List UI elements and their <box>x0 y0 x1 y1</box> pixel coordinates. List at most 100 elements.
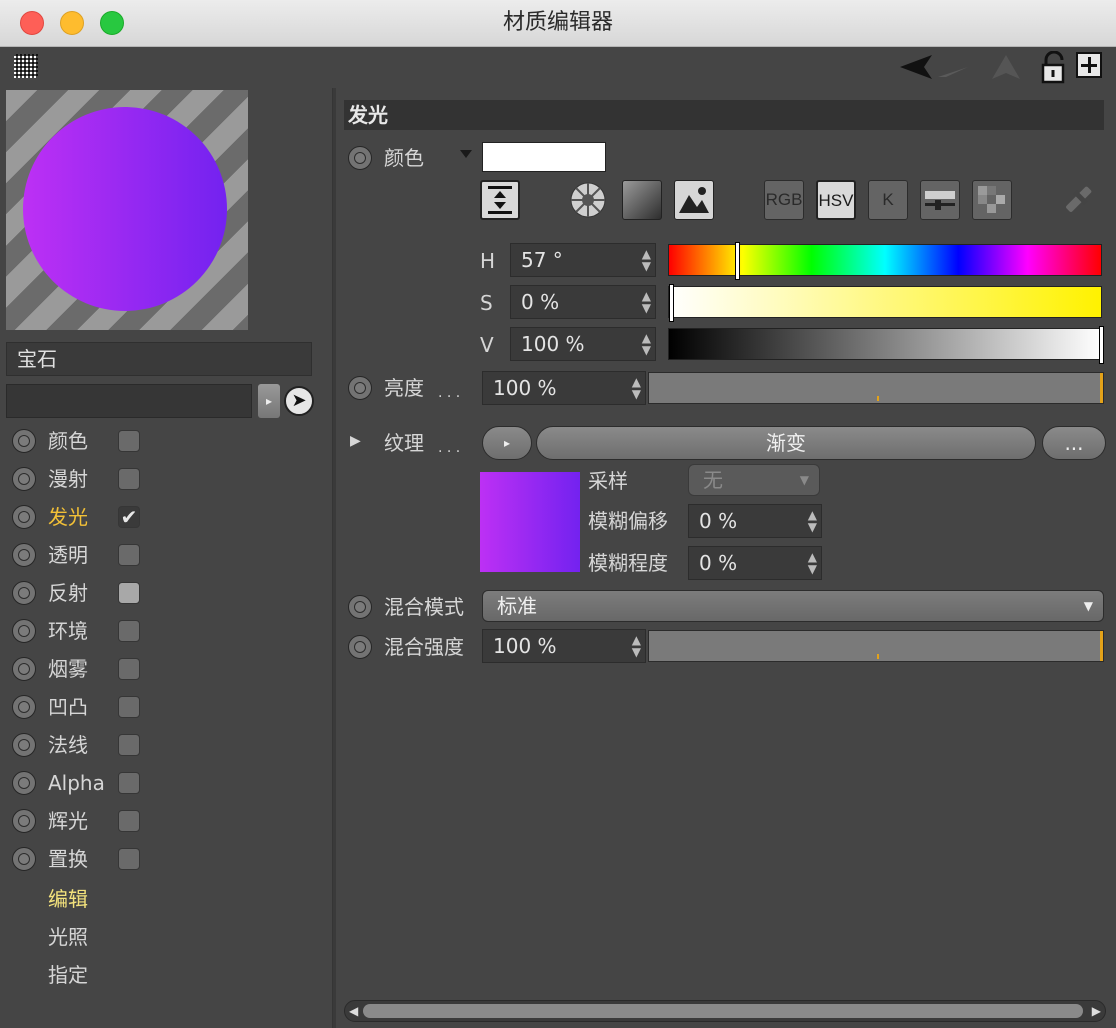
scroll-left-icon[interactable]: ◀ <box>349 1003 358 1019</box>
channel-radio[interactable] <box>12 619 36 643</box>
channel-label[interactable]: 发光 <box>48 500 88 534</box>
navigate-back-icon[interactable] <box>898 51 1028 83</box>
hsv-mode-button[interactable]: HSV <box>816 180 856 220</box>
color-animate-radio[interactable] <box>348 146 372 170</box>
blur-offset-stepper-icon[interactable]: ▲ ▼ <box>808 509 817 533</box>
channel-item[interactable]: 颜色 <box>8 424 308 458</box>
blur-offset-field[interactable]: 0 % ▲ ▼ <box>688 504 822 538</box>
channel-label[interactable]: 反射 <box>48 576 88 610</box>
new-window-icon[interactable] <box>1076 52 1102 78</box>
sampling-dropdown[interactable]: 无 ▼ <box>688 464 820 496</box>
channel-checkbox[interactable] <box>118 810 140 832</box>
color-swatch[interactable] <box>482 142 606 172</box>
channel-item[interactable]: 漫射 <box>8 462 308 496</box>
mix-strength-stepper-icon[interactable]: ▲ ▼ <box>632 634 641 658</box>
channel-checkbox[interactable] <box>118 848 140 870</box>
swatches-icon[interactable] <box>972 180 1012 220</box>
brightness-stepper-icon[interactable]: ▲ ▼ <box>632 376 641 400</box>
channel-checkbox[interactable] <box>118 696 140 718</box>
channel-label[interactable]: 环境 <box>48 614 88 648</box>
sub-link-item[interactable]: 编辑 <box>48 882 88 916</box>
saturation-slider[interactable] <box>668 284 1102 322</box>
channel-item[interactable]: 烟雾 <box>8 652 308 686</box>
channel-checkbox[interactable] <box>118 734 140 756</box>
link-arrow-button[interactable]: ▸ <box>258 384 280 418</box>
color-mixer-icon[interactable] <box>480 180 520 220</box>
channel-radio[interactable] <box>12 467 36 491</box>
texture-expand-icon[interactable]: ▶ <box>350 426 361 456</box>
blur-scale-stepper-icon[interactable]: ▲ ▼ <box>808 551 817 575</box>
material-name-field[interactable]: 宝石 <box>6 342 312 376</box>
channel-label[interactable]: 凹凸 <box>48 690 88 724</box>
pick-cursor-icon[interactable]: ➤ <box>284 386 314 416</box>
color-expand-triangle[interactable] <box>460 150 472 158</box>
texture-arrow-button[interactable]: ▸ <box>482 426 532 460</box>
channel-label[interactable]: Alpha <box>48 766 105 800</box>
kelvin-mode-button[interactable]: K <box>868 180 908 220</box>
lock-icon[interactable] <box>1040 51 1068 85</box>
channel-radio[interactable] <box>12 809 36 833</box>
channel-checkbox[interactable] <box>118 658 140 680</box>
spectrum-icon[interactable] <box>622 180 662 220</box>
h-stepper-icon[interactable]: ▲ ▼ <box>642 248 651 272</box>
sub-link-item[interactable]: 光照 <box>48 920 88 954</box>
channel-item[interactable]: 透明 <box>8 538 308 572</box>
channel-checkbox[interactable] <box>118 430 140 452</box>
v-value-field[interactable]: 100 % ▲ ▼ <box>510 327 656 361</box>
channel-item[interactable]: 反射 <box>8 576 308 610</box>
material-preview[interactable] <box>6 90 248 330</box>
hue-slider[interactable] <box>668 242 1102 280</box>
channel-item[interactable]: 法线 <box>8 728 308 762</box>
horizontal-scrollbar[interactable]: ◀ ▶ <box>344 1000 1106 1022</box>
channel-label[interactable]: 置换 <box>48 842 88 876</box>
grid-icon[interactable] <box>14 54 38 78</box>
channel-checkbox[interactable] <box>118 582 140 604</box>
mix-strength-slider[interactable] <box>648 630 1104 662</box>
value-marker[interactable] <box>1099 326 1104 364</box>
brightness-animate-radio[interactable] <box>348 376 372 400</box>
channel-item[interactable]: Alpha <box>8 766 308 800</box>
channel-label[interactable]: 辉光 <box>48 804 88 838</box>
channel-item[interactable]: 发光 ✔ <box>8 500 308 534</box>
sliders-icon[interactable] <box>920 180 960 220</box>
channel-item[interactable]: 凹凸 <box>8 690 308 724</box>
channel-item[interactable]: 环境 <box>8 614 308 648</box>
image-picker-icon[interactable] <box>674 180 714 220</box>
channel-radio[interactable] <box>12 505 36 529</box>
channel-radio[interactable] <box>12 657 36 681</box>
channel-radio[interactable] <box>12 847 36 871</box>
texture-preview[interactable] <box>480 472 580 572</box>
brightness-slider[interactable] <box>648 372 1104 404</box>
v-stepper-icon[interactable]: ▲ ▼ <box>642 332 651 356</box>
texture-name-button[interactable]: 渐变 <box>536 426 1036 460</box>
s-value-field[interactable]: 0 % ▲ ▼ <box>510 285 656 319</box>
rgb-mode-button[interactable]: RGB <box>764 180 804 220</box>
sub-link-item[interactable]: 指定 <box>48 958 88 992</box>
scrollbar-thumb[interactable] <box>363 1004 1083 1018</box>
brightness-field[interactable]: 100 % ▲ ▼ <box>482 371 646 405</box>
saturation-marker[interactable] <box>669 284 674 322</box>
channel-radio[interactable] <box>12 733 36 757</box>
channel-radio[interactable] <box>12 543 36 567</box>
channel-radio[interactable] <box>12 429 36 453</box>
s-stepper-icon[interactable]: ▲ ▼ <box>642 290 651 314</box>
scroll-right-icon[interactable]: ▶ <box>1092 1003 1101 1019</box>
channel-checkbox[interactable] <box>118 772 140 794</box>
link-field[interactable] <box>6 384 252 418</box>
channel-label[interactable]: 透明 <box>48 538 88 572</box>
hue-marker[interactable] <box>735 242 741 280</box>
channel-radio[interactable] <box>12 581 36 605</box>
channel-checkbox[interactable]: ✔ <box>118 506 140 528</box>
channel-radio[interactable] <box>12 695 36 719</box>
channel-radio[interactable] <box>12 771 36 795</box>
mix-mode-animate-radio[interactable] <box>348 595 372 619</box>
channel-label[interactable]: 烟雾 <box>48 652 88 686</box>
eyedropper-icon[interactable] <box>1058 180 1098 220</box>
mix-strength-animate-radio[interactable] <box>348 635 372 659</box>
channel-item[interactable]: 置换 <box>8 842 308 876</box>
mix-mode-dropdown[interactable]: 标准 ▼ <box>482 590 1104 622</box>
blur-scale-field[interactable]: 0 % ▲ ▼ <box>688 546 822 580</box>
h-value-field[interactable]: 57 ° ▲ ▼ <box>510 243 656 277</box>
channel-label[interactable]: 法线 <box>48 728 88 762</box>
channel-item[interactable]: 辉光 <box>8 804 308 838</box>
